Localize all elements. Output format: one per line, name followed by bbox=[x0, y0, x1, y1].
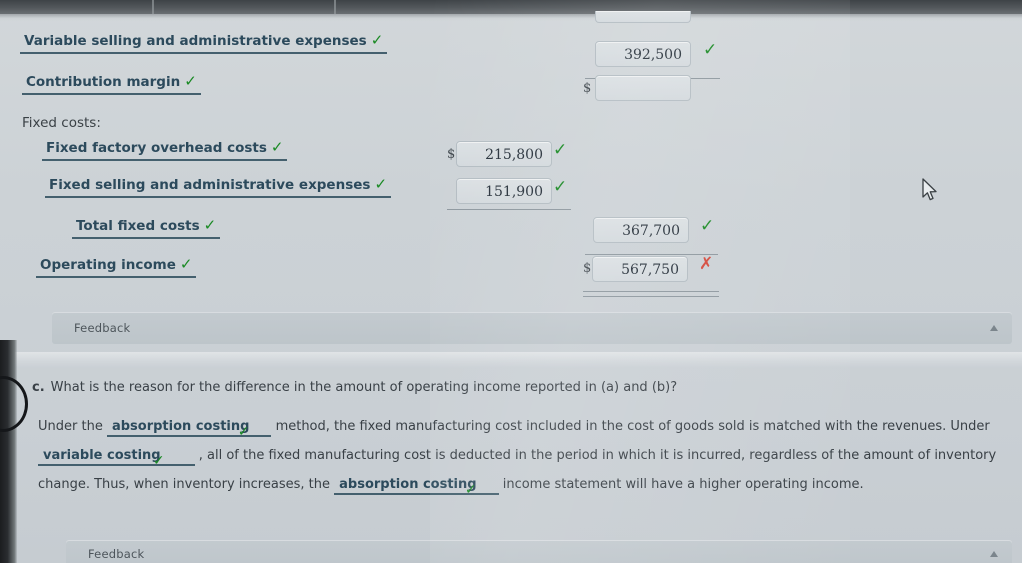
collapse-caret-icon[interactable] bbox=[990, 325, 998, 331]
panel-separator bbox=[0, 352, 1022, 368]
feedback-label: Feedback bbox=[74, 321, 131, 335]
input-fixed-factory-overhead[interactable]: 215,800 bbox=[456, 141, 552, 167]
answer-label-text: Fixed selling and administrative expense… bbox=[49, 177, 371, 193]
answer-label-text: Contribution margin bbox=[26, 74, 181, 90]
dropdown-label: absorption costing bbox=[111, 419, 250, 434]
input-fixed-selling-admin[interactable]: 151,900 bbox=[456, 178, 552, 204]
input-contribution-margin[interactable] bbox=[595, 75, 691, 101]
answer-label-contribution-margin[interactable]: Contribution margin ✓ bbox=[22, 73, 201, 95]
fixed-costs-header: Fixed costs: bbox=[22, 115, 101, 131]
dollar-sign-contribution-margin: $ bbox=[583, 81, 592, 96]
status-check-variable-selling-admin: ✓ bbox=[703, 40, 718, 60]
check-icon: ✓ bbox=[237, 424, 250, 440]
question-c-prompt: c. What is the reason for the difference … bbox=[32, 380, 677, 395]
check-icon: ✓ bbox=[370, 31, 384, 49]
input-operating-income[interactable]: 567,750 bbox=[592, 256, 688, 282]
answer-label-total-fixed-costs[interactable]: Total fixed costs ✓ bbox=[72, 216, 221, 239]
feedback-bar-bottom[interactable]: Feedback bbox=[66, 540, 1012, 563]
dropdown-absorption-costing-2[interactable]: absorption costing ✓ bbox=[334, 477, 499, 498]
input-variable-selling-admin[interactable]: 392,500 bbox=[595, 41, 691, 67]
answer-label-text: Total fixed costs bbox=[76, 218, 200, 234]
dollar-sign-fixed-factory-overhead: $ bbox=[447, 147, 456, 162]
feedback-label: Feedback bbox=[88, 547, 145, 561]
status-check-fixed-selling-admin: ✓ bbox=[553, 177, 568, 197]
answer-label-text: Operating income bbox=[40, 257, 176, 273]
browser-chrome-strip bbox=[0, 0, 1022, 14]
paragraph-text-1: Under the bbox=[38, 419, 103, 434]
answer-label-fixed-selling-admin[interactable]: Fixed selling and administrative expense… bbox=[45, 175, 392, 198]
check-icon: ✓ bbox=[270, 138, 284, 156]
photo-edge-artifact bbox=[0, 340, 17, 563]
clipped-top-input[interactable] bbox=[595, 11, 691, 23]
status-check-total-fixed-costs: ✓ bbox=[700, 216, 715, 236]
chrome-shadow bbox=[0, 14, 1022, 21]
answer-paragraph: Under the absorption costing ✓ method, th… bbox=[38, 412, 1018, 499]
question-letter: c. bbox=[32, 380, 45, 395]
answer-label-operating-income[interactable]: Operating income ✓ bbox=[36, 255, 197, 278]
answer-label-variable-selling-admin[interactable]: Variable selling and administrative expe… bbox=[20, 31, 388, 54]
screen-photo: Variable selling and administrative expe… bbox=[0, 0, 1022, 563]
paragraph-text-2: method, the fixed manufacturing cost inc… bbox=[275, 419, 990, 434]
check-icon: ✓ bbox=[184, 72, 197, 90]
status-cross-operating-income: ✗ bbox=[699, 254, 714, 274]
photo-ring-artifact bbox=[0, 376, 28, 432]
mouse-cursor bbox=[921, 178, 939, 204]
paragraph-text-4: income statement will have a higher oper… bbox=[502, 477, 864, 492]
dropdown-variable-costing[interactable]: variable costing ✓ bbox=[38, 448, 195, 469]
check-icon: ✓ bbox=[203, 216, 217, 234]
dollar-sign-operating-income: $ bbox=[583, 261, 592, 276]
check-icon: ✓ bbox=[464, 482, 477, 498]
answer-label-fixed-factory-overhead[interactable]: Fixed factory overhead costs ✓ bbox=[42, 138, 288, 161]
input-total-fixed-costs[interactable]: 367,700 bbox=[593, 217, 689, 243]
status-check-fixed-factory-overhead: ✓ bbox=[553, 140, 568, 160]
question-text: What is the reason for the difference in… bbox=[50, 380, 678, 395]
check-icon: ✓ bbox=[374, 175, 388, 193]
answer-label-text: Variable selling and administrative expe… bbox=[24, 33, 367, 49]
collapse-caret-icon[interactable] bbox=[990, 551, 998, 557]
dropdown-absorption-costing-1[interactable]: absorption costing ✓ bbox=[106, 419, 272, 440]
chrome-divider-2 bbox=[334, 0, 336, 14]
check-icon: ✓ bbox=[152, 453, 165, 469]
subtotal-rule-2 bbox=[447, 209, 571, 210]
feedback-bar-top[interactable]: Feedback bbox=[52, 312, 1012, 344]
chrome-divider-1 bbox=[152, 0, 154, 14]
dropdown-label: variable costing bbox=[43, 448, 161, 463]
answer-label-text: Fixed factory overhead costs bbox=[46, 140, 267, 156]
dropdown-label: absorption costing bbox=[339, 477, 477, 492]
total-double-rule bbox=[583, 291, 719, 297]
check-icon: ✓ bbox=[179, 255, 193, 273]
